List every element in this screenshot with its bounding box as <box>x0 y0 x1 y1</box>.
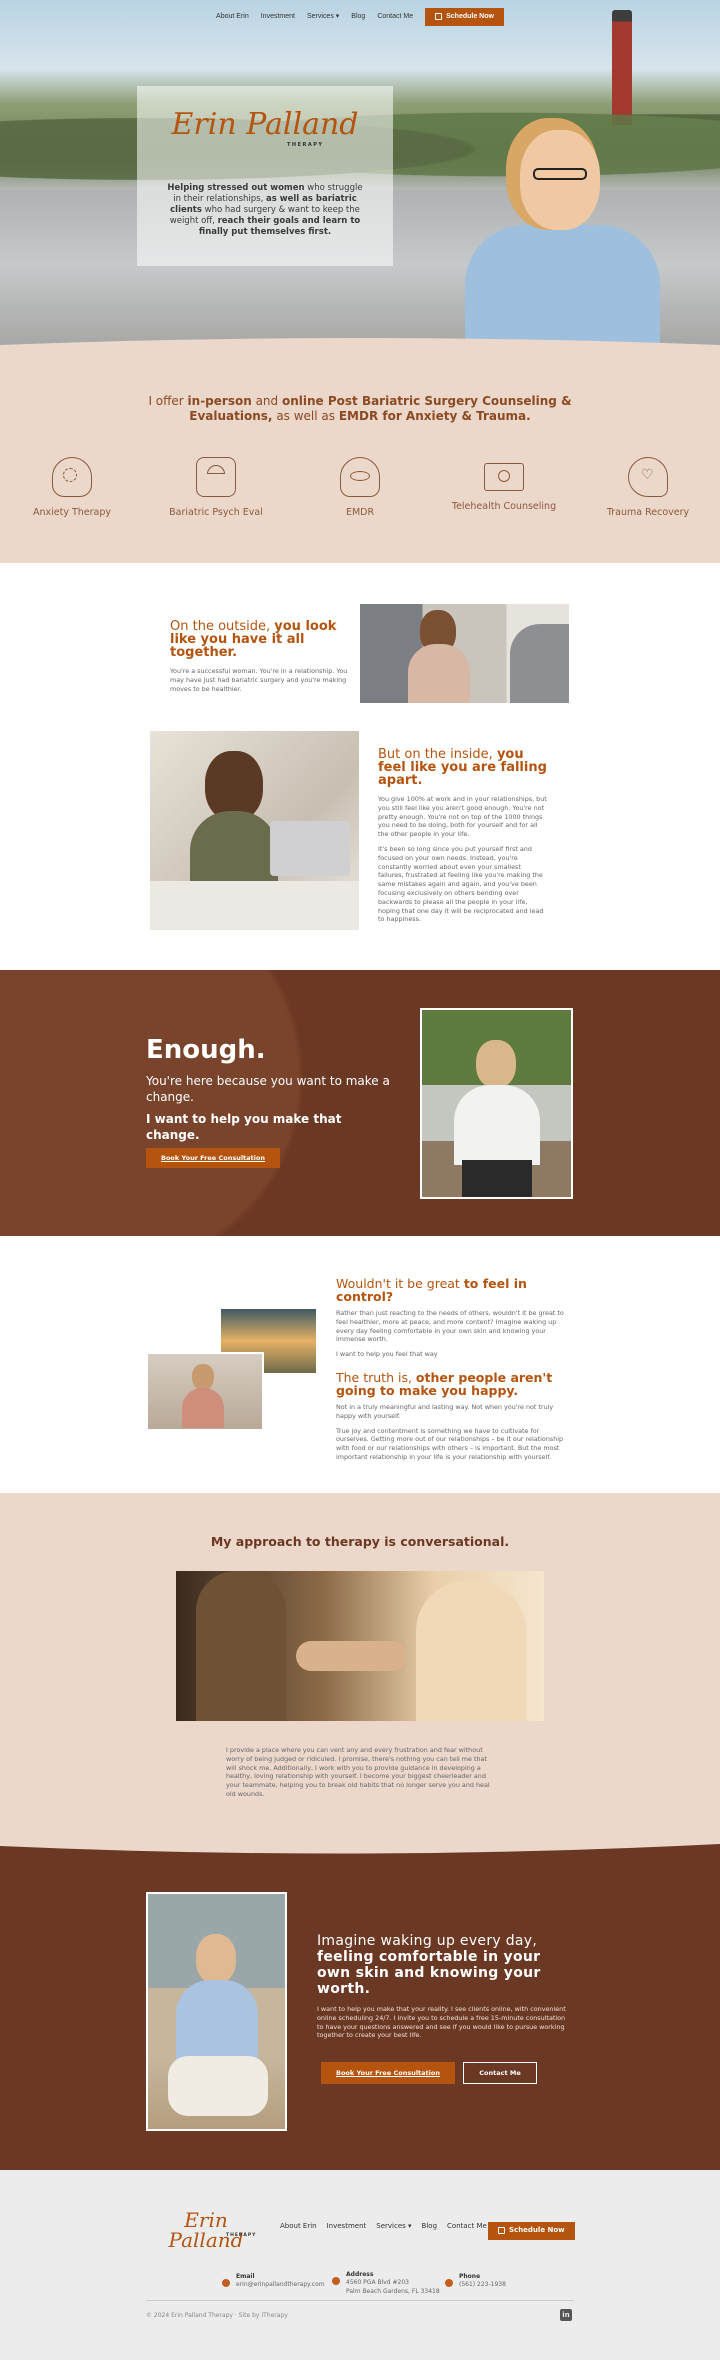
inside-text-2: It's been so long since you put yourself… <box>378 844 544 924</box>
schedule-now-button[interactable]: Schedule Now <box>425 8 504 26</box>
main-nav: About Erin Investment Services ▾ Blog Co… <box>0 8 720 26</box>
inside-heading: But on the inside, you feel like you are… <box>378 747 547 788</box>
inside-text-1: You give 100% at work and in your relati… <box>378 795 547 839</box>
erin-portrait-photo <box>420 1008 573 1199</box>
nav-services[interactable]: Services ▾ <box>307 12 339 22</box>
control-block: Wouldn't it be great to feel in control?… <box>336 1277 568 1462</box>
approach-text: I provide a place where you can vent any… <box>226 1746 490 1798</box>
nav-blog[interactable]: Blog <box>351 12 365 22</box>
footer-nav-investment[interactable]: Investment <box>327 2222 367 2232</box>
footer: Erin Palland THERAPY About Erin Investme… <box>0 2170 720 2360</box>
footer-logo[interactable]: Erin Palland <box>150 2210 262 2250</box>
linkedin-icon[interactable]: in <box>560 2309 572 2321</box>
footer-divider <box>146 2300 574 2301</box>
footer-nav-services[interactable]: Services ▾ <box>376 2222 411 2232</box>
imagine-block: Imagine waking up every day, feeling com… <box>317 1933 567 2040</box>
truth-heading: The truth is, other people aren't going … <box>336 1369 553 1398</box>
enough-bold: I want to help you make that change. <box>146 1112 342 1142</box>
chevron-down-icon: ▾ <box>408 2222 412 2230</box>
hero-card: Erin Palland THERAPY Helping stressed ou… <box>137 86 393 266</box>
outside-text: You're a successful woman. You're in a r… <box>170 667 348 693</box>
service-telehealth[interactable]: Telehealth Counseling <box>434 457 574 513</box>
footer-nav-blog[interactable]: Blog <box>422 2222 437 2232</box>
hero-section: Erin Palland THERAPY Helping stressed ou… <box>0 0 720 345</box>
wave-divider <box>0 338 720 351</box>
phone-link[interactable]: (561) 223-1938 <box>459 2281 506 2289</box>
calendar-icon <box>498 2227 505 2235</box>
enough-title: Enough. <box>146 1035 266 1065</box>
approach-title: My approach to therapy is conversational… <box>210 1534 510 1549</box>
imagine-text: I want to help you make that your realit… <box>317 2005 566 2040</box>
footer-schedule-button[interactable]: Schedule Now <box>488 2222 575 2240</box>
approach-section: My approach to therapy is conversational… <box>0 1493 720 1853</box>
inside-block: But on the inside, you feel like you are… <box>378 748 548 924</box>
truth-text-1: Not in a truly meaningful and lasting wa… <box>336 1402 554 1420</box>
footer-nav: About Erin Investment Services ▾ Blog Co… <box>280 2222 487 2232</box>
eye-hand-icon <box>340 457 380 497</box>
enough-block: Enough. You're here because you want to … <box>146 1035 396 1143</box>
control-heading: Wouldn't it be great to feel in control? <box>336 1276 527 1304</box>
handshake-photo <box>360 604 569 703</box>
outside-block: On the outside, you look like you have i… <box>170 620 350 693</box>
book-consultation-button-2[interactable]: Book Your Free Consultation <box>321 2062 455 2084</box>
service-label: Telehealth Counseling <box>451 501 557 512</box>
book-consultation-button[interactable]: Book Your Free Consultation <box>146 1148 280 1168</box>
footer-nav-contact[interactable]: Contact Me <box>447 2222 487 2232</box>
phone-icon <box>445 2279 453 2287</box>
imagine-heading: Imagine waking up every day, feeling com… <box>317 1933 541 1997</box>
footer-address: Address 4560 PGA Blvd #203 Palm Beach Gard… <box>332 2271 440 2296</box>
nav-investment[interactable]: Investment <box>261 12 295 22</box>
offer-section: I offer in-person and online Post Bariat… <box>0 338 720 563</box>
beach-portrait-photo <box>146 1892 287 2131</box>
footer-logo-subtitle: THERAPY <box>226 2233 257 2238</box>
service-bariatric-eval[interactable]: Bariatric Psych Eval <box>146 457 286 519</box>
meditation-photo <box>146 1352 264 1431</box>
calendar-icon <box>435 13 443 21</box>
service-emdr[interactable]: EMDR <box>290 457 430 519</box>
control-text-1: Rather than just reacting to the needs o… <box>336 1309 564 1344</box>
service-label: Bariatric Psych Eval <box>169 507 263 518</box>
stressed-woman-photo <box>150 731 359 930</box>
hero-logo-subtitle: THERAPY <box>287 142 324 148</box>
footer-nav-about[interactable]: About Erin <box>280 2222 317 2232</box>
offer-heading: I offer in-person and online Post Bariat… <box>148 394 572 423</box>
conversation-photo <box>176 1571 544 1721</box>
scale-icon <box>196 457 236 497</box>
chevron-down-icon: ▾ <box>335 13 340 21</box>
email-link[interactable]: erin@erinpallandtherapy.com <box>236 2281 325 2289</box>
nav-contact[interactable]: Contact Me <box>377 12 413 22</box>
location-icon <box>332 2277 340 2285</box>
nav-about[interactable]: About Erin <box>216 12 249 22</box>
service-anxiety-therapy[interactable]: Anxiety Therapy <box>2 457 142 519</box>
service-trauma-recovery[interactable]: ♡ Trauma Recovery <box>578 457 718 519</box>
service-label: EMDR <box>345 507 375 518</box>
heart-head-icon: ♡ <box>628 457 668 497</box>
footer-email: Email erin@erinpallandtherapy.com <box>222 2273 325 2290</box>
truth-text-2: True joy and contentment is something we… <box>336 1426 564 1461</box>
outside-heading: On the outside, you look like you have i… <box>170 619 337 660</box>
copyright: © 2024 Erin Palland Therapy · Site by IT… <box>146 2312 288 2319</box>
service-label: Trauma Recovery <box>606 507 690 518</box>
contact-me-button[interactable]: Contact Me <box>463 2062 537 2084</box>
enough-subtitle: You're here because you want to make a c… <box>146 1074 390 1104</box>
laptop-icon <box>484 463 524 491</box>
hero-tagline: Helping stressed out women who struggle … <box>167 183 363 237</box>
hero-logo: Erin Palland <box>171 107 359 142</box>
wave-divider <box>0 1840 720 1854</box>
hero-portrait <box>465 130 660 345</box>
footer-phone: Phone (561) 223-1938 <box>445 2273 506 2290</box>
email-icon <box>222 2279 230 2287</box>
control-text-2: I want to help you feel that way <box>336 1350 438 1359</box>
head-gear-icon <box>52 457 92 497</box>
service-label: Anxiety Therapy <box>32 507 112 518</box>
